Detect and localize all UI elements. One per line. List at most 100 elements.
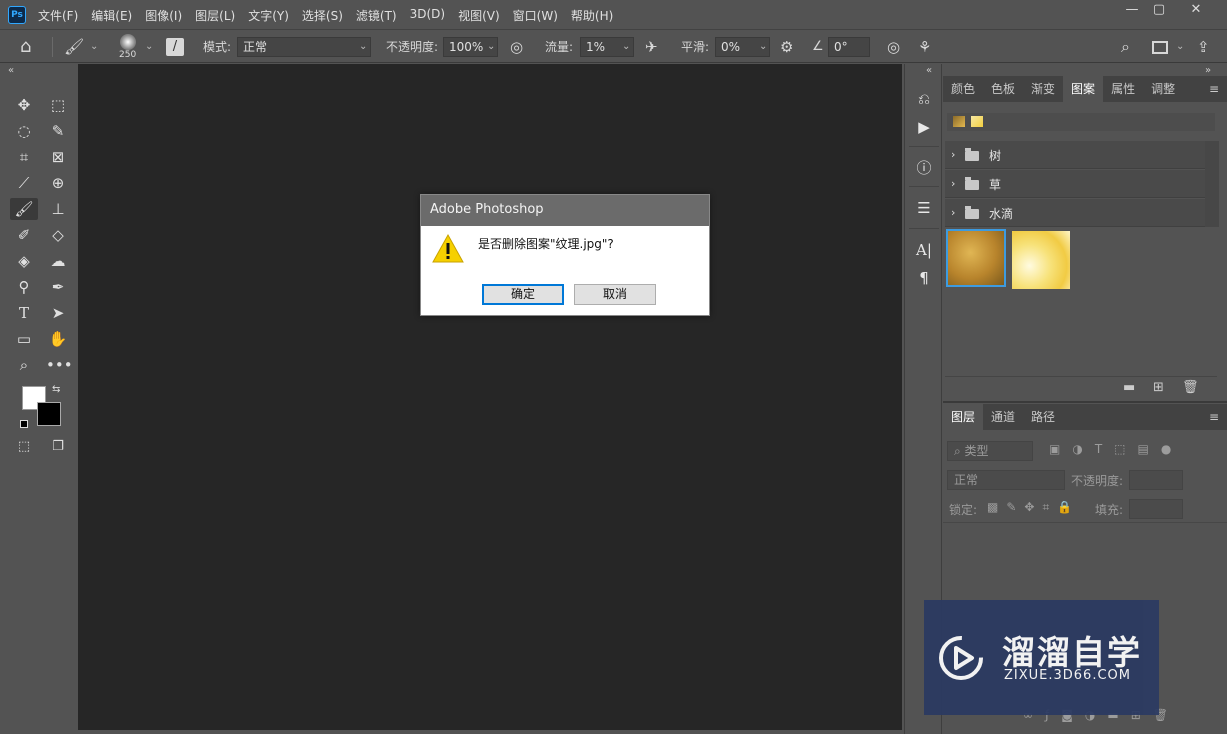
pen-tool-icon[interactable]: ✒ <box>46 276 70 298</box>
menu-image[interactable]: 图像(I) <box>145 7 182 24</box>
collapse-toolbox-icon[interactable]: « <box>8 65 14 76</box>
menu-filter[interactable]: 滤镜(T) <box>356 7 397 24</box>
default-colors-icon[interactable] <box>20 420 28 428</box>
mode-select[interactable]: 正常 <box>237 37 371 57</box>
chevron-down-icon[interactable]: ⌄ <box>487 31 495 63</box>
tab-swatches[interactable]: 色板 <box>983 76 1023 102</box>
history-brush-tool-icon[interactable]: ✐ <box>12 224 36 246</box>
share-icon[interactable]: ⇪ <box>1197 31 1210 63</box>
brush-tool-icon[interactable]: 🖌 <box>64 31 84 63</box>
chevron-right-icon[interactable]: › <box>951 148 955 161</box>
tab-gradients[interactable]: 渐变 <box>1023 76 1063 102</box>
brush-settings-icon[interactable]: / <box>166 38 184 56</box>
fill-input[interactable] <box>1129 499 1183 519</box>
rectangle-tool-icon[interactable]: ▭ <box>12 328 36 350</box>
scrollbar[interactable] <box>1205 141 1219 227</box>
delete-pattern-icon[interactable]: 🗑 <box>1182 380 1199 395</box>
blend-mode-select[interactable]: 正常 <box>947 470 1065 490</box>
move-tool-icon[interactable]: ✥ <box>12 94 36 116</box>
tab-properties[interactable]: 属性 <box>1103 76 1143 102</box>
tab-adjustments[interactable]: 调整 <box>1143 76 1183 102</box>
more-tools-icon[interactable]: ••• <box>46 354 73 376</box>
type-tool-icon[interactable]: T <box>12 302 36 324</box>
pattern-thumbnail-selected[interactable] <box>946 229 1006 287</box>
panel-menu-icon[interactable]: ≡ <box>1209 82 1219 96</box>
character-panel-icon[interactable]: A| <box>913 239 935 261</box>
spot-healing-tool-icon[interactable]: ⊕ <box>46 172 70 194</box>
tab-paths[interactable]: 路径 <box>1023 404 1063 430</box>
hand-tool-icon[interactable]: ✋ <box>46 328 70 350</box>
restore-button[interactable]: ▢ <box>1148 3 1170 19</box>
menu-help[interactable]: 帮助(H) <box>571 7 613 24</box>
gear-icon[interactable]: ⚙ <box>780 31 793 63</box>
image-filter-icon[interactable]: ▣ <box>1049 442 1060 456</box>
pattern-folder[interactable]: › 水滴 <box>945 199 1205 227</box>
close-button[interactable]: ✕ <box>1185 3 1207 19</box>
lock-transparent-icon[interactable]: ▩ <box>987 500 998 515</box>
smart-object-filter-icon[interactable]: ▤ <box>1138 442 1149 456</box>
collapse-panels-icon[interactable]: « <box>926 65 932 76</box>
tab-channels[interactable]: 通道 <box>983 404 1023 430</box>
quick-mask-icon[interactable]: ⬚ <box>12 436 36 458</box>
pressure-opacity-icon[interactable]: ◎ <box>510 31 523 63</box>
screen-mode-icon[interactable]: ❐ <box>46 436 70 458</box>
stamp-tool-icon[interactable]: ⊥ <box>46 198 70 220</box>
adjustment-filter-icon[interactable]: ◑ <box>1072 442 1082 456</box>
recent-pattern-swatch[interactable] <box>971 116 983 127</box>
menu-view[interactable]: 视图(V) <box>458 7 500 24</box>
pattern-thumbnail[interactable] <box>1012 231 1070 289</box>
background-color-swatch[interactable] <box>37 402 61 426</box>
panel-menu-icon[interactable]: ≡ <box>1209 410 1219 424</box>
recent-pattern-swatch[interactable] <box>953 116 965 127</box>
shape-filter-icon[interactable]: ⬚ <box>1114 442 1125 456</box>
home-icon[interactable]: ⌂ <box>20 31 31 63</box>
menu-3d[interactable]: 3D(D) <box>410 7 445 24</box>
gradient-tool-icon[interactable]: ◈ <box>12 250 36 272</box>
marquee-tool-icon[interactable]: ⬚ <box>46 94 70 116</box>
chevron-down-icon[interactable]: ⌄ <box>622 31 630 63</box>
menu-type[interactable]: 文字(Y) <box>248 7 289 24</box>
zoom-tool-icon[interactable]: ⌕ <box>12 354 36 376</box>
lasso-tool-icon[interactable]: ◌ <box>12 120 36 142</box>
tab-patterns[interactable]: 图案 <box>1063 76 1104 102</box>
layer-opacity-input[interactable] <box>1129 470 1183 490</box>
lock-position-icon[interactable]: ✥ <box>1024 500 1034 515</box>
lock-all-icon[interactable]: 🔒 <box>1057 500 1072 515</box>
lock-artboard-icon[interactable]: ⌗ <box>1042 500 1049 515</box>
chevron-down-icon[interactable]: ⌄ <box>1176 31 1184 63</box>
menu-select[interactable]: 选择(S) <box>302 7 343 24</box>
filter-toggle-icon[interactable]: ● <box>1161 442 1171 456</box>
expand-panels-icon[interactable]: » <box>1205 65 1211 76</box>
chevron-down-icon[interactable]: ⌄ <box>145 31 153 63</box>
history-panel-icon[interactable]: ⎌ <box>913 88 935 110</box>
crop-tool-icon[interactable]: ⌗ <box>12 146 36 168</box>
brush-tool-active-icon[interactable]: 🖌 <box>10 198 38 220</box>
swap-colors-icon[interactable]: ⇆ <box>52 384 60 395</box>
path-select-tool-icon[interactable]: ➤ <box>46 302 70 324</box>
angle-input[interactable]: 0° <box>828 37 870 57</box>
airbrush-icon[interactable]: ✈ <box>645 31 658 63</box>
pressure-size-icon[interactable]: ◎ <box>887 31 900 63</box>
menu-layer[interactable]: 图层(L) <box>195 7 235 24</box>
tab-layers[interactable]: 图层 <box>943 404 984 430</box>
minimize-button[interactable]: — <box>1121 3 1143 19</box>
blur-tool-icon[interactable]: ☁ <box>46 250 70 272</box>
brush-presets-icon[interactable]: ☰ <box>913 197 935 219</box>
menu-edit[interactable]: 编辑(E) <box>91 7 132 24</box>
paragraph-panel-icon[interactable]: ¶ <box>913 267 935 289</box>
actions-play-icon[interactable]: ▶ <box>913 116 935 138</box>
new-pattern-icon[interactable]: ⊞ <box>1153 380 1164 395</box>
search-icon[interactable]: ⌕ <box>1121 31 1130 63</box>
frame-tool-icon[interactable]: ⊠ <box>46 146 70 168</box>
eyedropper-tool-icon[interactable]: ⟋ <box>12 172 36 194</box>
brush-preset-icon[interactable] <box>120 34 136 50</box>
pattern-folder[interactable]: › 草 <box>945 170 1205 198</box>
symmetry-icon[interactable]: ⚘ <box>918 31 931 63</box>
menu-window[interactable]: 窗口(W) <box>513 7 558 24</box>
tab-color[interactable]: 颜色 <box>943 76 983 102</box>
chevron-right-icon[interactable]: › <box>951 206 955 219</box>
ok-button[interactable]: 确定 <box>482 284 564 305</box>
chevron-right-icon[interactable]: › <box>951 177 955 190</box>
chevron-down-icon[interactable]: ⌄ <box>359 31 367 63</box>
layer-filter-select[interactable]: ⌕ 类型 <box>947 441 1033 461</box>
